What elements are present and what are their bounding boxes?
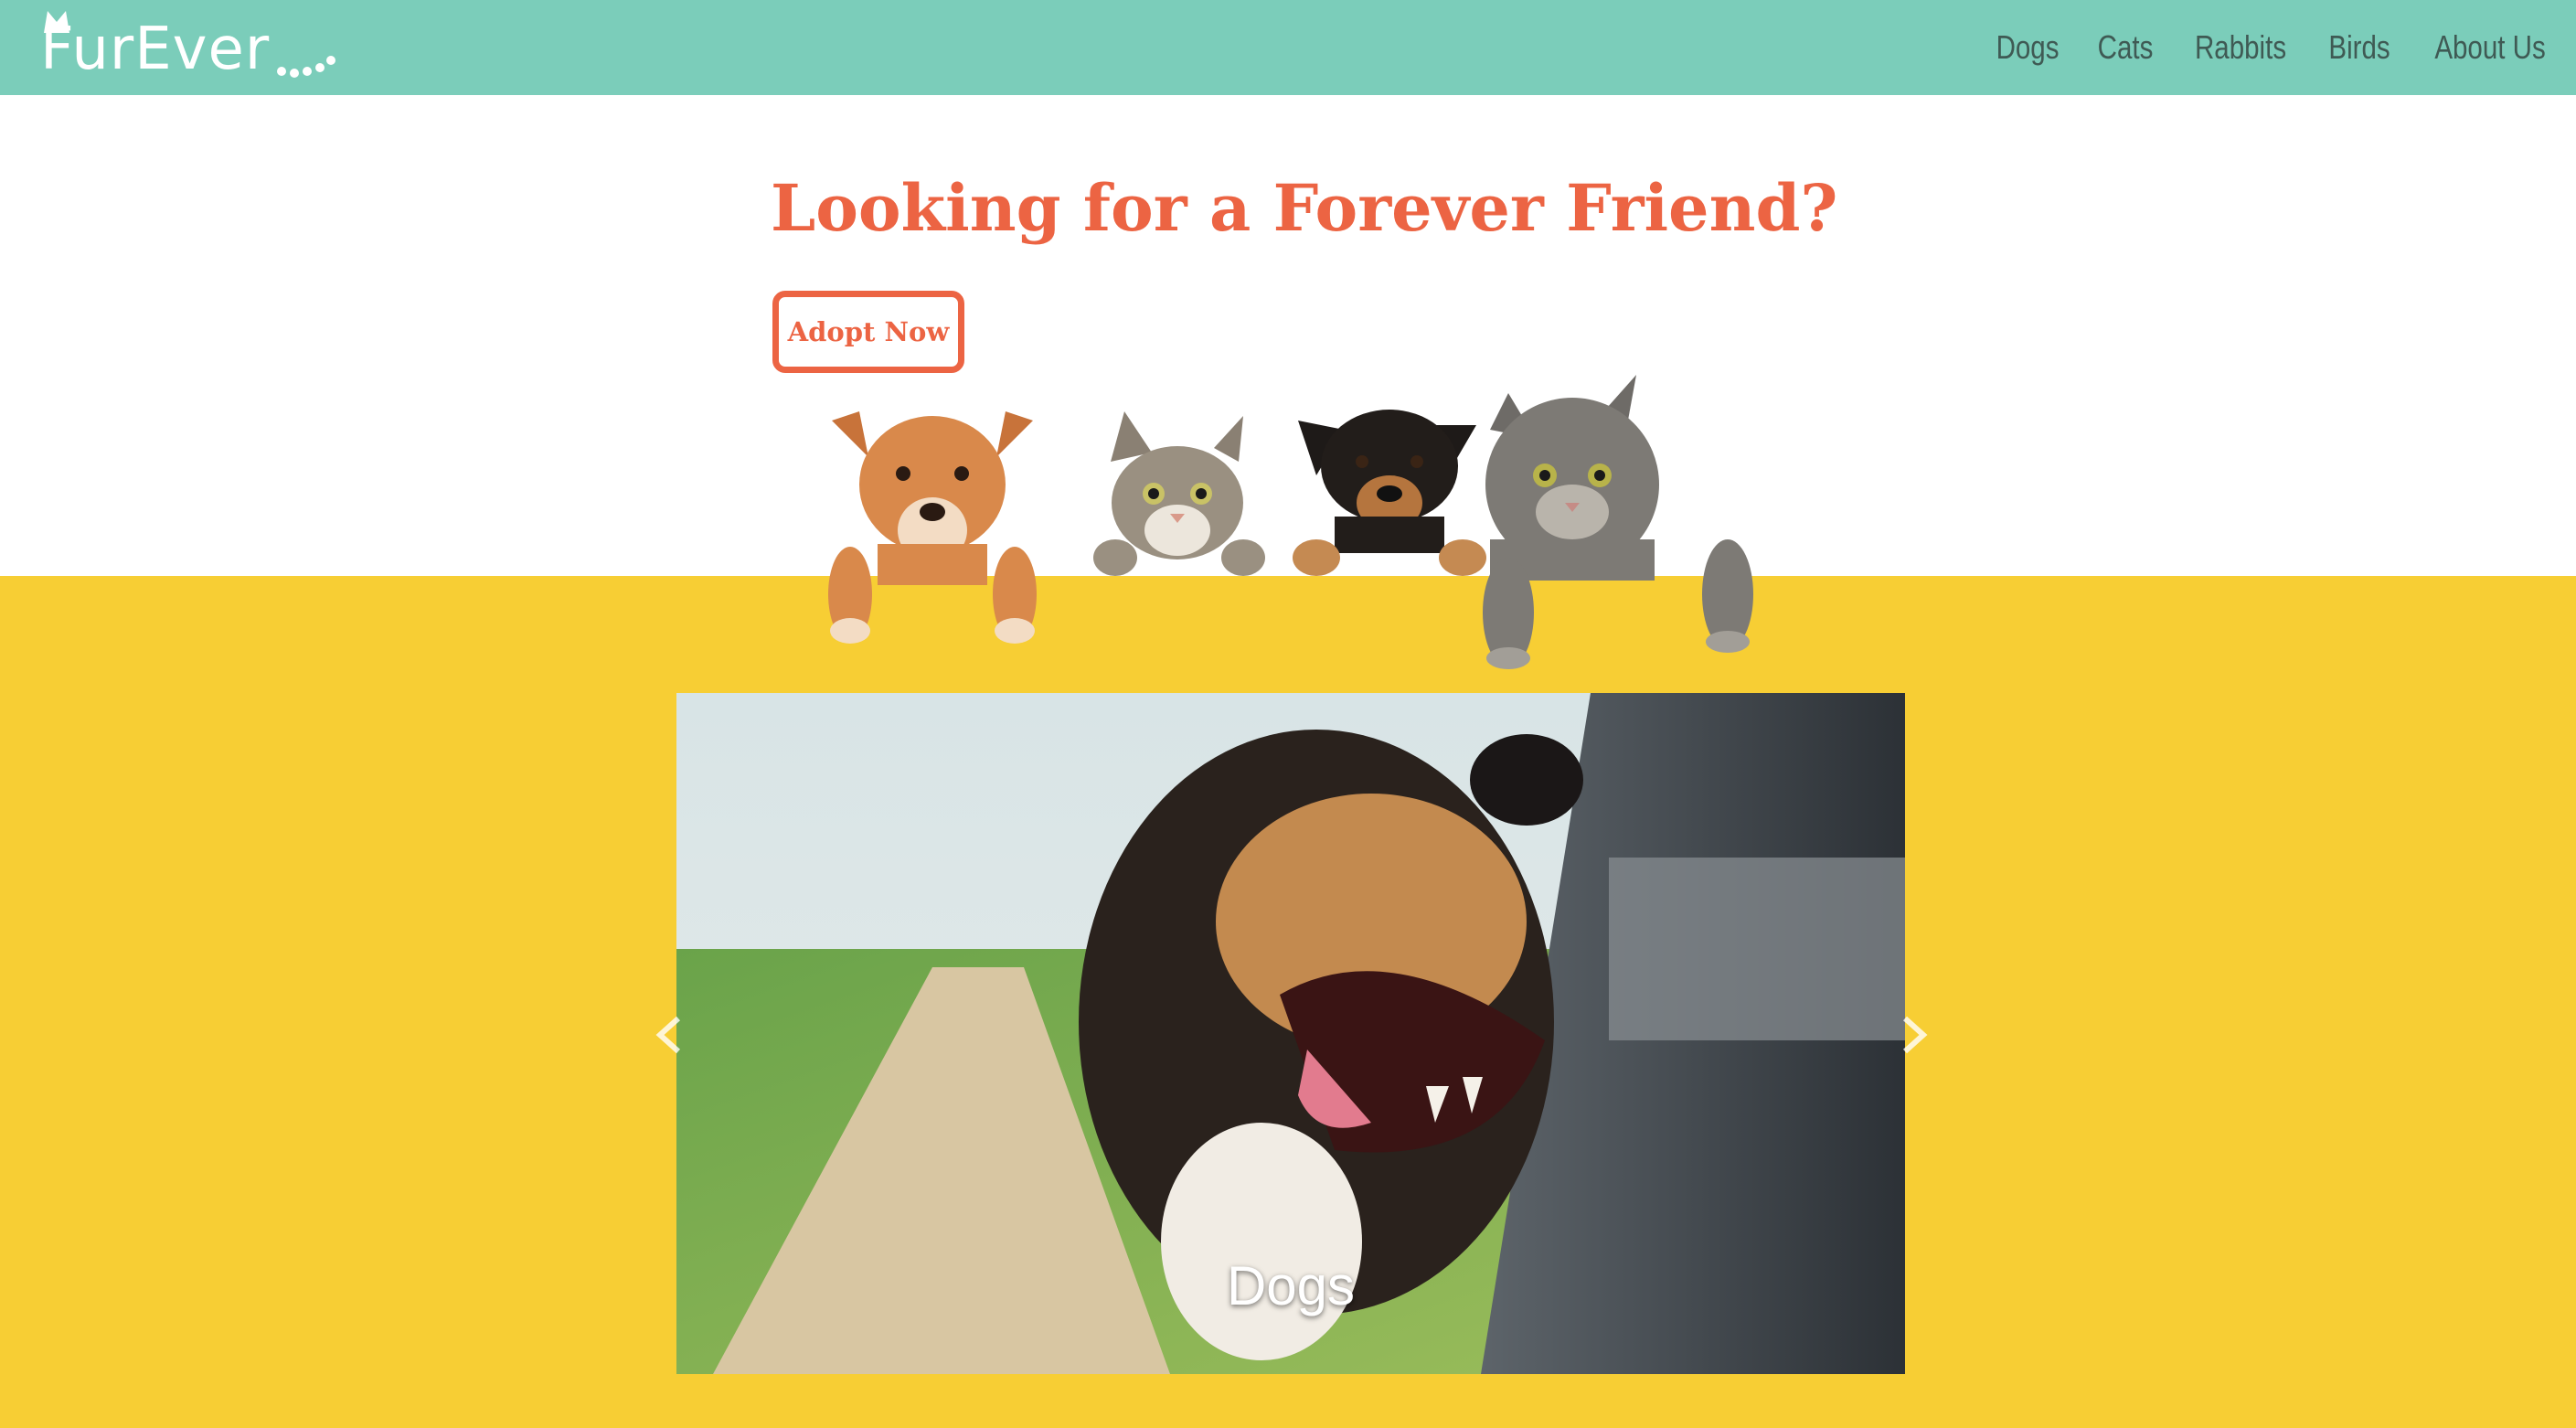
chevron-right-icon[interactable] <box>1896 1013 1932 1057</box>
grey-cat-illustration <box>1483 375 1753 669</box>
paw-prints-icon <box>277 56 335 78</box>
hero-title: Looking for a Forever Friend? <box>771 170 1838 246</box>
black-tan-puppy-illustration <box>1293 410 1486 576</box>
tabby-cat-illustration <box>1093 411 1265 576</box>
nav-link-cats[interactable]: Cats <box>2097 28 2153 67</box>
nav-link-about-us[interactable]: About Us <box>2434 28 2545 67</box>
tan-dog-illustration <box>828 411 1037 644</box>
main-nav: Dogs Cats Rabbits Birds About Us <box>1989 0 2558 95</box>
carousel-caption: Dogs <box>1226 1255 1356 1316</box>
nav-link-rabbits[interactable]: Rabbits <box>2195 28 2286 67</box>
logo-text: FurEver <box>40 16 271 83</box>
navbar: FurEver Dogs Cats Rabbits Birds About Us <box>0 0 2576 95</box>
nav-link-birds[interactable]: Birds <box>2328 28 2390 67</box>
nav-link-dogs[interactable]: Dogs <box>1996 28 2059 67</box>
pets-peeking-image <box>828 375 1753 669</box>
pet-carousel[interactable]: Dogs <box>676 693 1905 1374</box>
adopt-now-button[interactable]: Adopt Now <box>772 291 964 373</box>
chevron-left-icon[interactable] <box>651 1013 687 1057</box>
